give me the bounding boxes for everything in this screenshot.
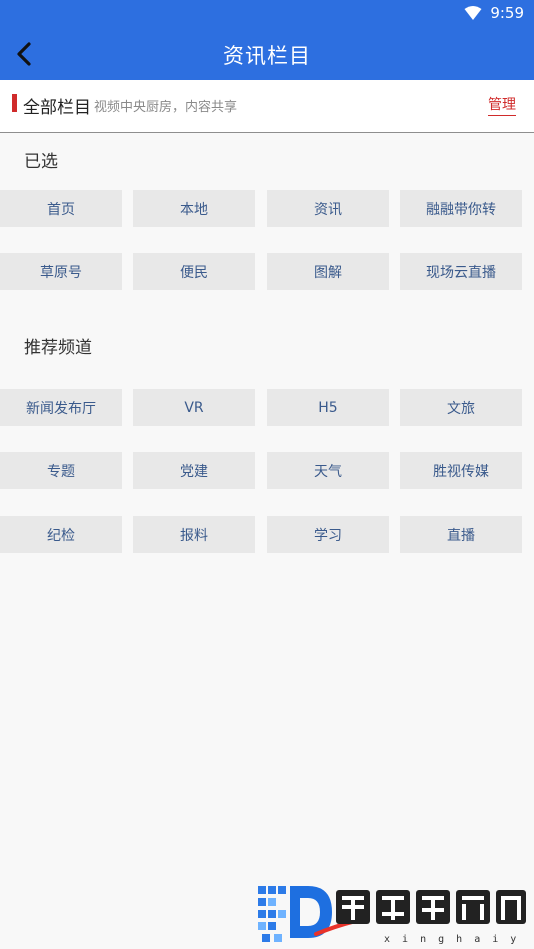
recommended-chip[interactable]: H5 <box>267 389 389 426</box>
svg-text:x i n g h a i y x . c o m: x i n g h a i y x . c o m <box>384 934 528 945</box>
selected-chip[interactable]: 图解 <box>267 253 389 290</box>
selected-chip[interactable]: 融融带你转 <box>400 190 522 227</box>
recommended-chip[interactable]: 报料 <box>133 516 255 553</box>
recommended-chip[interactable]: 专题 <box>0 452 122 489</box>
selected-chip[interactable]: 资讯 <box>267 190 389 227</box>
selected-chip[interactable]: 草原号 <box>0 253 122 290</box>
recommended-chip[interactable]: VR <box>133 389 255 426</box>
wifi-icon <box>464 6 482 20</box>
watermark-logo: x i n g h a i y x . c o m <box>258 886 528 945</box>
status-bar: 9:59 <box>0 0 534 28</box>
recommended-chip[interactable]: 学习 <box>267 516 389 553</box>
recommended-chip[interactable]: 直播 <box>400 516 522 553</box>
status-icons: 9:59 <box>464 4 524 22</box>
recommended-chip[interactable]: 党建 <box>133 452 255 489</box>
page-title: 资讯栏目 <box>223 44 311 68</box>
recommended-chip[interactable]: 胜视传媒 <box>400 452 522 489</box>
status-time: 9:59 <box>490 4 524 22</box>
selected-chip[interactable]: 便民 <box>133 253 255 290</box>
recommended-chip[interactable]: 文旅 <box>400 389 522 426</box>
all-columns-header: 全部栏目 视频中央厨房，内容共享 管理 <box>0 80 534 133</box>
selected-chip[interactable]: 现场云直播 <box>400 253 522 290</box>
selected-chip[interactable]: 首页 <box>0 190 122 227</box>
recommended-chip[interactable]: 新闻发布厅 <box>0 389 122 426</box>
recommended-chip[interactable]: 纪检 <box>0 516 122 553</box>
recommended-label: 推荐频道 <box>24 338 92 358</box>
manage-button[interactable]: 管理 <box>488 94 516 116</box>
recommended-chip[interactable]: 天气 <box>267 452 389 489</box>
selected-label: 已选 <box>24 152 58 172</box>
section-marker <box>12 94 17 112</box>
app-bar: 资讯栏目 <box>0 28 534 80</box>
all-columns-subtitle: 视频中央厨房，内容共享 <box>94 100 238 115</box>
selected-chip[interactable]: 本地 <box>133 190 255 227</box>
all-columns-title: 全部栏目 <box>23 98 91 118</box>
